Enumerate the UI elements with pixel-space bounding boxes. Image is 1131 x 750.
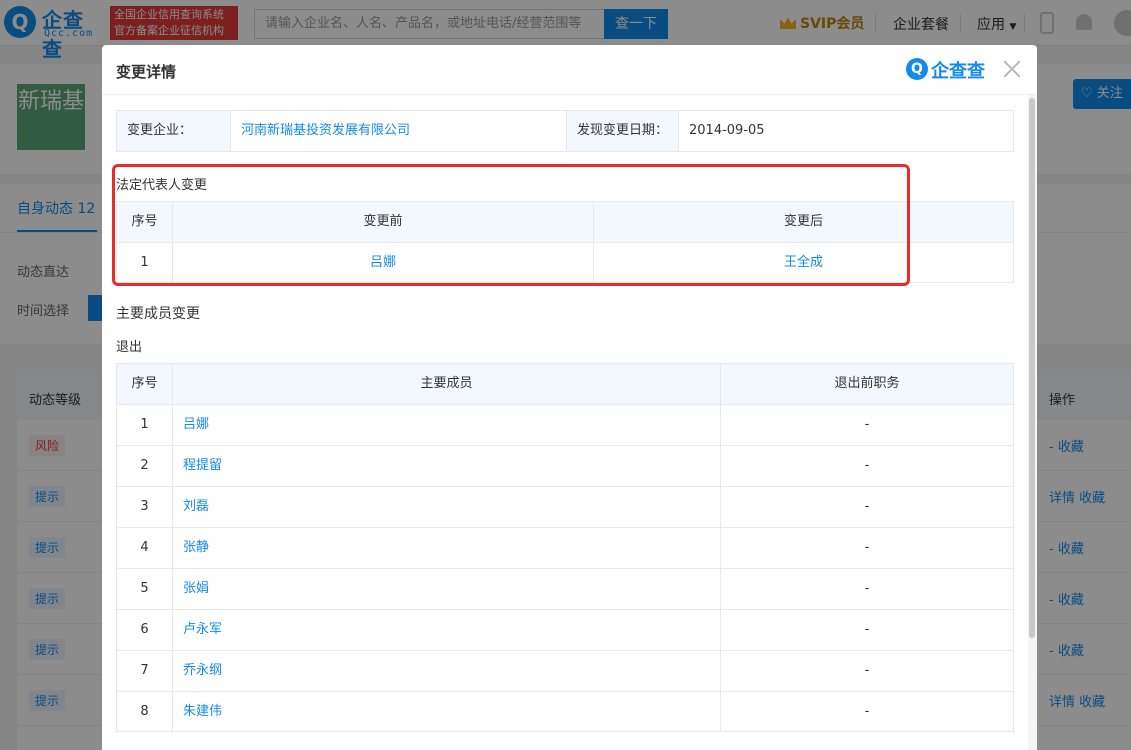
member-link[interactable]: 张静 [173, 528, 721, 568]
table-row: 1 吕娜 - [117, 404, 1013, 445]
row-index: 3 [117, 487, 173, 527]
table-row: 7 乔永纲 - [117, 650, 1013, 691]
row-index: 1 [117, 243, 173, 283]
former-role: - [864, 581, 870, 596]
former-role: - [864, 663, 870, 678]
column-before: 变更前 [173, 202, 594, 242]
table-row: 8 朱建伟 - [117, 691, 1013, 732]
former-role: - [864, 540, 870, 555]
former-role: - [864, 458, 870, 473]
table-row: 1 吕娜 王全成 [117, 242, 1013, 283]
table-row: 6 卢永军 - [117, 609, 1013, 650]
table-row: 5 张娟 - [117, 568, 1013, 609]
column-member: 主要成员 [173, 364, 721, 404]
date-label: 发现变更日期： [567, 111, 679, 151]
former-role: - [864, 622, 870, 637]
members-section-title: 主要成员变更 [116, 306, 200, 322]
member-link[interactable]: 朱建伟 [173, 692, 721, 732]
column-index: 序号 [117, 364, 173, 404]
brand-name: 企查查 [931, 61, 985, 82]
company-link[interactable]: 河南新瑞基投资发展有限公司 [231, 111, 567, 151]
member-link[interactable]: 乔永纲 [173, 651, 721, 691]
table-header-row: 序号 变更前 变更后 [117, 201, 1013, 242]
person-link-after[interactable]: 王全成 [594, 243, 1013, 283]
row-index: 2 [117, 446, 173, 486]
former-role: - [864, 704, 870, 719]
row-index: 1 [117, 405, 173, 445]
member-link[interactable]: 刘磊 [173, 487, 721, 527]
table-row: 4 张静 - [117, 527, 1013, 568]
member-link[interactable]: 程提留 [173, 446, 721, 486]
dialog-title: 变更详情 [116, 63, 177, 81]
column-after: 变更后 [783, 214, 823, 229]
row-index: 5 [117, 569, 173, 609]
row-index: 8 [117, 692, 173, 732]
close-icon[interactable] [1000, 57, 1024, 81]
dialog-scrollbar-thumb[interactable] [1029, 98, 1035, 638]
person-link-before[interactable]: 吕娜 [173, 243, 594, 283]
members-subtitle-exit: 退出 [116, 340, 143, 355]
legal-rep-section-title: 法定代表人变更 [116, 178, 208, 193]
change-detail-dialog: 变更详情 Q 企查查 变更企业： 河南新瑞基投资发展有限公司 发现变更日期： 2… [102, 45, 1037, 750]
former-role: - [864, 417, 870, 432]
column-former-role: 退出前职务 [834, 376, 900, 391]
table-header-row: 序号 主要成员 退出前职务 [117, 363, 1013, 404]
table-row: 2 程提留 - [117, 445, 1013, 486]
column-index: 序号 [117, 202, 173, 242]
brand-mark-icon: Q [906, 58, 928, 80]
legal-rep-table: 序号 变更前 变更后 1 吕娜 王全成 [116, 201, 1014, 283]
member-link[interactable]: 张娟 [173, 569, 721, 609]
members-table: 序号 主要成员 退出前职务 1 吕娜 - 2 程提留 - 3 刘磊 - 4 张静… [116, 363, 1014, 733]
former-role: - [864, 499, 870, 514]
company-label: 变更企业： [117, 111, 231, 151]
change-info-table: 变更企业： 河南新瑞基投资发展有限公司 发现变更日期： 2014-09-05 [116, 110, 1014, 152]
member-link[interactable]: 吕娜 [173, 405, 721, 445]
row-index: 7 [117, 651, 173, 691]
row-index: 4 [117, 528, 173, 568]
row-index: 6 [117, 610, 173, 650]
table-row: 3 刘磊 - [117, 486, 1013, 527]
dialog-header: 变更详情 Q 企查查 [102, 45, 1037, 95]
date-value: 2014-09-05 [689, 123, 765, 138]
member-link[interactable]: 卢永军 [173, 610, 721, 650]
